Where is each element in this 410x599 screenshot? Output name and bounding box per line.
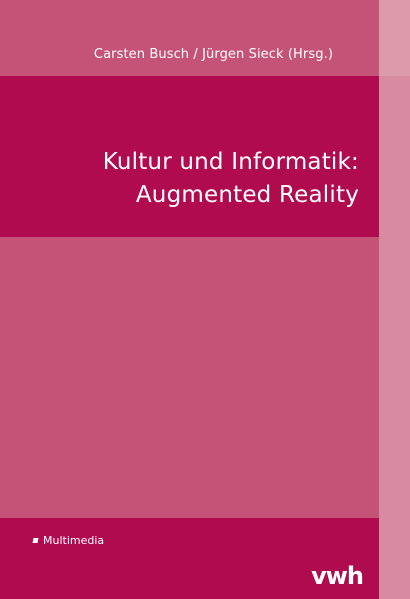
middle-band (0, 237, 379, 518)
authors-line: Carsten Busch / Jürgen Sieck (Hrsg.) (93, 47, 333, 62)
book-cover: Carsten Busch / Jürgen Sieck (Hrsg.) Kul… (0, 0, 410, 599)
book-title: Kultur und Informatik: Augmented Reality (103, 146, 359, 212)
publisher-logo: vwh (311, 562, 364, 590)
title-line-1: Kultur und Informatik: (102, 149, 359, 175)
author-band: Carsten Busch / Jürgen Sieck (Hrsg.) (0, 0, 379, 76)
bottom-band: Multimedia vwh (0, 518, 379, 599)
square-bullet-icon (32, 538, 39, 543)
title-line-2: Augmented Reality (135, 182, 359, 208)
right-strip-top (379, 0, 410, 76)
title-band: Kultur und Informatik: Augmented Reality (0, 76, 379, 237)
series-text: Multimedia (43, 534, 105, 547)
series-label: Multimedia (32, 534, 105, 547)
right-strip (379, 0, 410, 599)
